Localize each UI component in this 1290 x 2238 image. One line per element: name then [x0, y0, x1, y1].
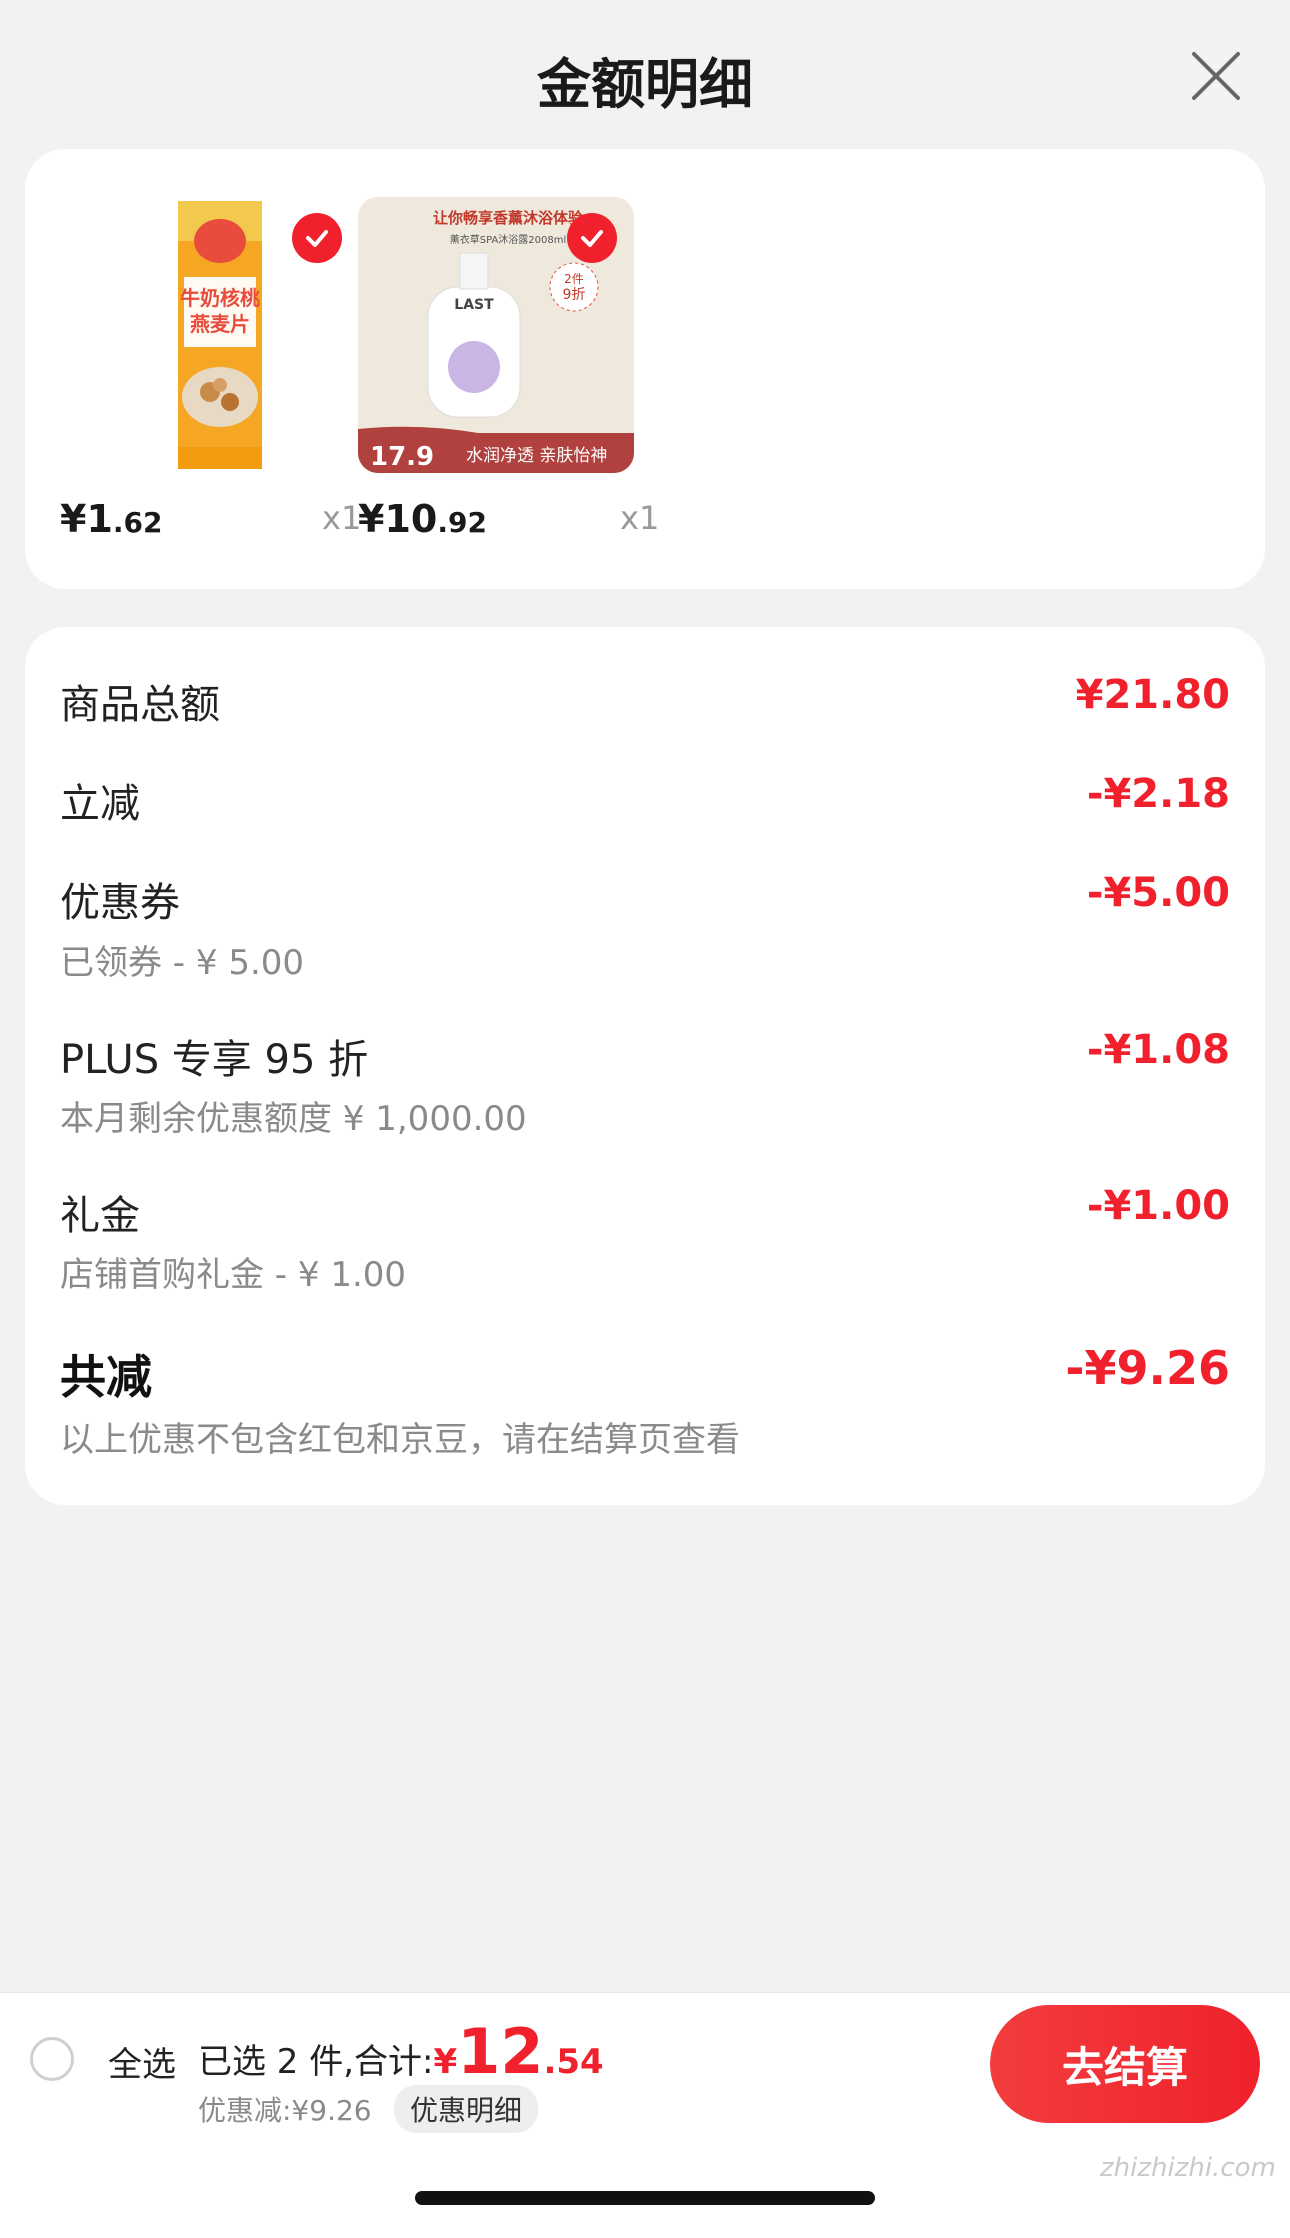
total-discount-label: 共减	[60, 1350, 152, 1404]
coupon-sub: 已领券 - ¥ 5.00	[60, 943, 305, 983]
plus-discount-label: PLUS 专享 95 折	[60, 1037, 369, 1083]
plus-discount-value: -¥1.08	[1086, 1027, 1230, 1073]
amount-detail-sheet: 金额明细 牛奶核桃 燕麦片 ¥1.62 x1 让你畅享香薰沐浴体验 薰衣草SPA…	[0, 0, 1290, 2238]
price-int: 10	[384, 497, 438, 541]
product-thumb-price: 17.9	[370, 442, 434, 472]
goods-total-value: ¥21.80	[1075, 672, 1230, 718]
price-currency: ¥	[60, 497, 87, 541]
discount-detail-link[interactable]: 优惠明细	[394, 2085, 539, 2133]
product-quantity: x1	[620, 499, 660, 537]
price-dec: .62	[112, 506, 163, 539]
product-price: ¥10.92	[358, 497, 487, 541]
product-quantity: x1	[322, 499, 362, 537]
selected-count-text: 已选 2 件,合计:	[198, 2042, 434, 2082]
checked-icon[interactable]	[567, 213, 617, 263]
close-button[interactable]	[1184, 44, 1248, 108]
total-int: 12	[457, 2015, 544, 2088]
select-all-label[interactable]: 全选	[108, 2037, 176, 2086]
checked-icon[interactable]	[292, 213, 342, 263]
gift-money-value: -¥1.00	[1086, 1183, 1230, 1229]
gift-money-label: 礼金	[60, 1193, 140, 1239]
total-discount-value: -¥9.26	[1065, 1341, 1230, 1395]
close-icon	[1192, 52, 1240, 100]
instant-discount-label: 立减	[60, 781, 140, 827]
product-thumb-sub: 薰衣草SPA沐浴露2008ml	[450, 233, 567, 246]
selected-summary: 已选 2 件,合计:¥12.54	[198, 2015, 604, 2088]
page-title: 金额明细	[537, 53, 753, 116]
select-all-checkbox[interactable]	[30, 2037, 74, 2081]
price-int: 1	[86, 497, 113, 541]
goods-total-label: 商品总额	[60, 682, 220, 728]
svg-text:2件: 2件	[564, 272, 584, 286]
checkout-bar: 全选 已选 2 件,合计:¥12.54 优惠减:¥9.26 优惠明细 去结算 z…	[0, 1992, 1290, 2238]
product-thumb-line2: 燕麦片	[190, 312, 250, 336]
discount-summary: 优惠减:¥9.26	[198, 2094, 372, 2127]
coupon-value: -¥5.00	[1086, 870, 1230, 916]
instant-discount-value: -¥2.18	[1086, 771, 1230, 817]
price-dec: .92	[437, 506, 487, 539]
total-currency: ¥	[433, 2042, 458, 2082]
total-discount-note: 以上优惠不包含红包和京豆，请在结算页查看	[60, 1420, 740, 1460]
total-dec: .54	[543, 2042, 604, 2082]
product-list-card: 牛奶核桃 燕麦片 ¥1.62 x1 让你畅享香薰沐浴体验 薰衣草SPA沐浴露20…	[25, 149, 1265, 589]
plus-discount-sub: 本月剩余优惠额度 ¥ 1,000.00	[60, 1099, 527, 1139]
product-thumb-line1: 牛奶核桃	[180, 286, 260, 310]
product-price: ¥1.62	[60, 497, 163, 541]
watermark: zhizhizhi.com	[1100, 2153, 1276, 2183]
gift-money-sub: 店铺首购礼金 - ¥ 1.00	[60, 1255, 407, 1295]
checkout-button[interactable]: 去结算	[990, 2005, 1260, 2123]
price-currency: ¥	[358, 497, 385, 541]
coupon-label: 优惠券	[60, 880, 180, 926]
product-thumb-slogan: 水润净透 亲肤怡神	[466, 446, 607, 466]
price-breakdown-card: 商品总额 ¥21.80 立减 -¥2.18 优惠券 -¥5.00 已领券 - ¥…	[25, 627, 1265, 1505]
product-thumb-brand: LAST	[454, 297, 494, 313]
home-indicator[interactable]	[415, 2191, 875, 2205]
product-thumb-banner: 让你畅享香薰沐浴体验	[433, 209, 584, 227]
svg-text:9折: 9折	[563, 287, 586, 303]
